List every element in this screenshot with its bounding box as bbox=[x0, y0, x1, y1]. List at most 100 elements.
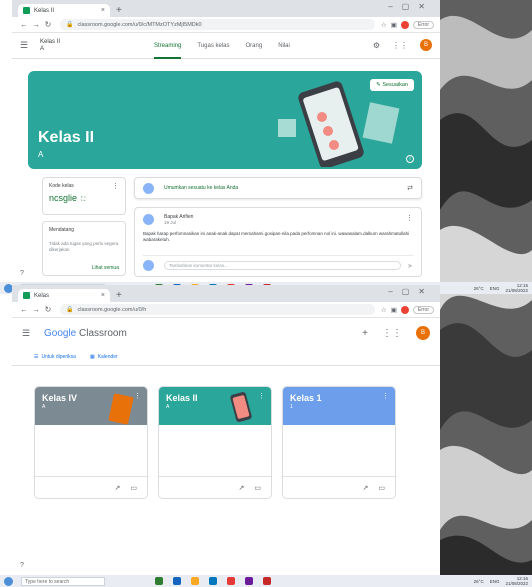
class-code-value: ncsglie ⛶ bbox=[49, 193, 119, 204]
announce-prompt: Umumkan sesuatu ke kelas Anda bbox=[164, 185, 239, 191]
tab-people[interactable]: Orang bbox=[246, 43, 263, 49]
brand-google: Google bbox=[44, 327, 77, 339]
menu-icon[interactable]: ☰ bbox=[20, 40, 34, 51]
to-review-link[interactable]: ☰ Untuk diperiksa bbox=[34, 354, 76, 360]
folder-icon[interactable] bbox=[191, 577, 199, 585]
browser-tab[interactable]: Kelas II × bbox=[18, 4, 110, 17]
brand-logo[interactable]: Google Classroom bbox=[44, 328, 127, 339]
class-card[interactable]: Kelas II A ⋮ ↗ ▭ bbox=[158, 386, 272, 499]
help-icon[interactable]: ? bbox=[20, 270, 24, 277]
more-vert-icon[interactable]: ⋮ bbox=[112, 182, 119, 190]
star-icon[interactable]: ☆ bbox=[381, 21, 387, 29]
tab-classwork[interactable]: Tugas kelas bbox=[197, 43, 229, 49]
app-icon[interactable] bbox=[263, 577, 271, 585]
comment-input[interactable]: Tambahkan komentar kelas... bbox=[164, 261, 402, 270]
tab-streaming[interactable]: Streaming bbox=[154, 33, 182, 59]
forward-icon[interactable]: → bbox=[30, 305, 42, 314]
author-avatar bbox=[143, 214, 154, 225]
to-review-label: Untuk diperiksa bbox=[41, 354, 76, 360]
trending-icon[interactable]: ↗ bbox=[363, 484, 369, 492]
lang-text[interactable]: ENG bbox=[490, 286, 500, 291]
profile-error-badge[interactable]: Error bbox=[412, 305, 434, 314]
weather-text[interactable]: 26°C bbox=[474, 286, 484, 291]
trending-icon[interactable]: ↗ bbox=[115, 484, 121, 492]
extension-icon[interactable]: ▣ bbox=[391, 306, 397, 314]
clock[interactable]: 12:15 21/08/2022 bbox=[505, 283, 528, 293]
banner-title: Kelas II bbox=[38, 129, 95, 146]
info-icon[interactable]: i bbox=[406, 155, 414, 163]
more-vert-icon[interactable]: ⋮ bbox=[258, 392, 265, 400]
new-tab-button[interactable]: + bbox=[116, 5, 122, 16]
app-icon[interactable] bbox=[245, 577, 253, 585]
reload-icon[interactable]: ↻ bbox=[42, 20, 54, 29]
customize-button[interactable]: ✎ Sesuaikan bbox=[370, 79, 414, 91]
book-icon bbox=[108, 393, 134, 425]
help-icon[interactable]: ? bbox=[20, 562, 24, 569]
send-icon[interactable]: ➤ bbox=[407, 262, 413, 270]
lang-text[interactable]: ENG bbox=[490, 579, 500, 584]
extension-icon[interactable]: ▣ bbox=[391, 21, 397, 29]
taskview-icon[interactable] bbox=[155, 577, 163, 585]
class-name: Kelas II bbox=[40, 38, 61, 45]
fullscreen-icon[interactable]: ⛶ bbox=[81, 197, 85, 203]
account-avatar[interactable]: B bbox=[420, 39, 432, 51]
class-card-header: Kelas IV A ⋮ bbox=[35, 387, 147, 425]
taskbar-search[interactable]: Type here to search bbox=[21, 576, 105, 586]
comment-row: Tambahkan komentar kelas... ➤ bbox=[143, 255, 413, 271]
url-input[interactable]: 🔒 classroom.google.com/u/0/c/MTMzOTYzMjI… bbox=[60, 19, 375, 30]
folder-icon[interactable]: ▭ bbox=[130, 484, 137, 492]
classroom-home-window: Kelas × + –▢✕ ← → ↻ 🔒 classroom.google.c… bbox=[12, 285, 440, 575]
class-card[interactable]: Kelas 1 1 ⋮ ↗ ▭ bbox=[282, 386, 396, 499]
store-icon[interactable] bbox=[209, 577, 217, 585]
view-all-link[interactable]: Lihat semua bbox=[92, 265, 119, 271]
classroom-home-header: ☰ Google Classroom + ⋮⋮ B bbox=[12, 318, 440, 348]
clock[interactable]: 12:16 21/08/2022 bbox=[505, 576, 528, 586]
account-avatar[interactable]: B bbox=[416, 326, 430, 340]
header-actions: ⚙ ⋮⋮ B bbox=[373, 39, 432, 51]
add-class-icon[interactable]: + bbox=[362, 328, 368, 339]
weather-text[interactable]: 26°C bbox=[474, 579, 484, 584]
extensions-area: ☆ ▣ Error bbox=[381, 20, 434, 29]
tab-grades[interactable]: Nilai bbox=[278, 43, 290, 49]
browser-tab[interactable]: Kelas × bbox=[18, 289, 110, 302]
window-controls[interactable]: –▢✕ bbox=[388, 287, 434, 296]
window-controls[interactable]: –▢✕ bbox=[388, 2, 434, 11]
reload-icon[interactable]: ↻ bbox=[42, 305, 54, 314]
classroom-favicon-icon bbox=[23, 7, 30, 14]
folder-icon[interactable]: ▭ bbox=[378, 484, 385, 492]
class-code-label: Kode kelas bbox=[49, 183, 74, 189]
more-vert-icon[interactable]: ⋮ bbox=[382, 392, 389, 400]
new-tab-button[interactable]: + bbox=[116, 290, 122, 301]
post-more-icon[interactable]: ⋮ bbox=[406, 214, 413, 222]
class-title[interactable]: Kelas II A bbox=[40, 39, 60, 53]
back-icon[interactable]: ← bbox=[18, 305, 30, 314]
trending-icon[interactable]: ↗ bbox=[239, 484, 245, 492]
profile-error-badge[interactable]: Error bbox=[412, 20, 434, 29]
url-input[interactable]: 🔒 classroom.google.com/u/0/h bbox=[60, 304, 375, 315]
tab-close-icon[interactable]: × bbox=[101, 292, 105, 299]
tab-close-icon[interactable]: × bbox=[101, 7, 105, 14]
calendar-link[interactable]: ▦ Kalender bbox=[90, 354, 118, 360]
forward-icon[interactable]: → bbox=[30, 20, 42, 29]
calendar-label: Kalender bbox=[97, 354, 118, 360]
class-card[interactable]: Kelas IV A ⋮ ↗ ▭ bbox=[34, 386, 148, 499]
explorer-icon[interactable] bbox=[173, 577, 181, 585]
repost-icon[interactable]: ⇄ bbox=[407, 184, 413, 192]
back-icon[interactable]: ← bbox=[18, 20, 30, 29]
home-links: ☰ Untuk diperiksa ▦ Kalender bbox=[12, 348, 440, 366]
profile-icon[interactable] bbox=[400, 20, 409, 29]
banner-section: A bbox=[38, 150, 44, 159]
folder-icon[interactable]: ▭ bbox=[254, 484, 261, 492]
system-tray: 26°C ENG 12:16 21/08/2022 bbox=[474, 576, 528, 586]
settings-icon[interactable]: ⚙ bbox=[373, 41, 380, 50]
brand-product: Classroom bbox=[79, 327, 127, 339]
chrome-icon[interactable] bbox=[227, 577, 235, 585]
profile-icon[interactable] bbox=[400, 305, 409, 314]
star-icon[interactable]: ☆ bbox=[381, 306, 387, 314]
apps-grid-icon[interactable]: ⋮⋮ bbox=[392, 41, 408, 50]
start-icon[interactable] bbox=[4, 576, 13, 586]
menu-icon[interactable]: ☰ bbox=[22, 328, 36, 339]
apps-grid-icon[interactable]: ⋮⋮ bbox=[382, 328, 402, 339]
class-card-title[interactable]: Kelas 1 bbox=[290, 393, 388, 403]
announce-box[interactable]: Umumkan sesuatu ke kelas Anda ⇄ bbox=[134, 177, 422, 199]
